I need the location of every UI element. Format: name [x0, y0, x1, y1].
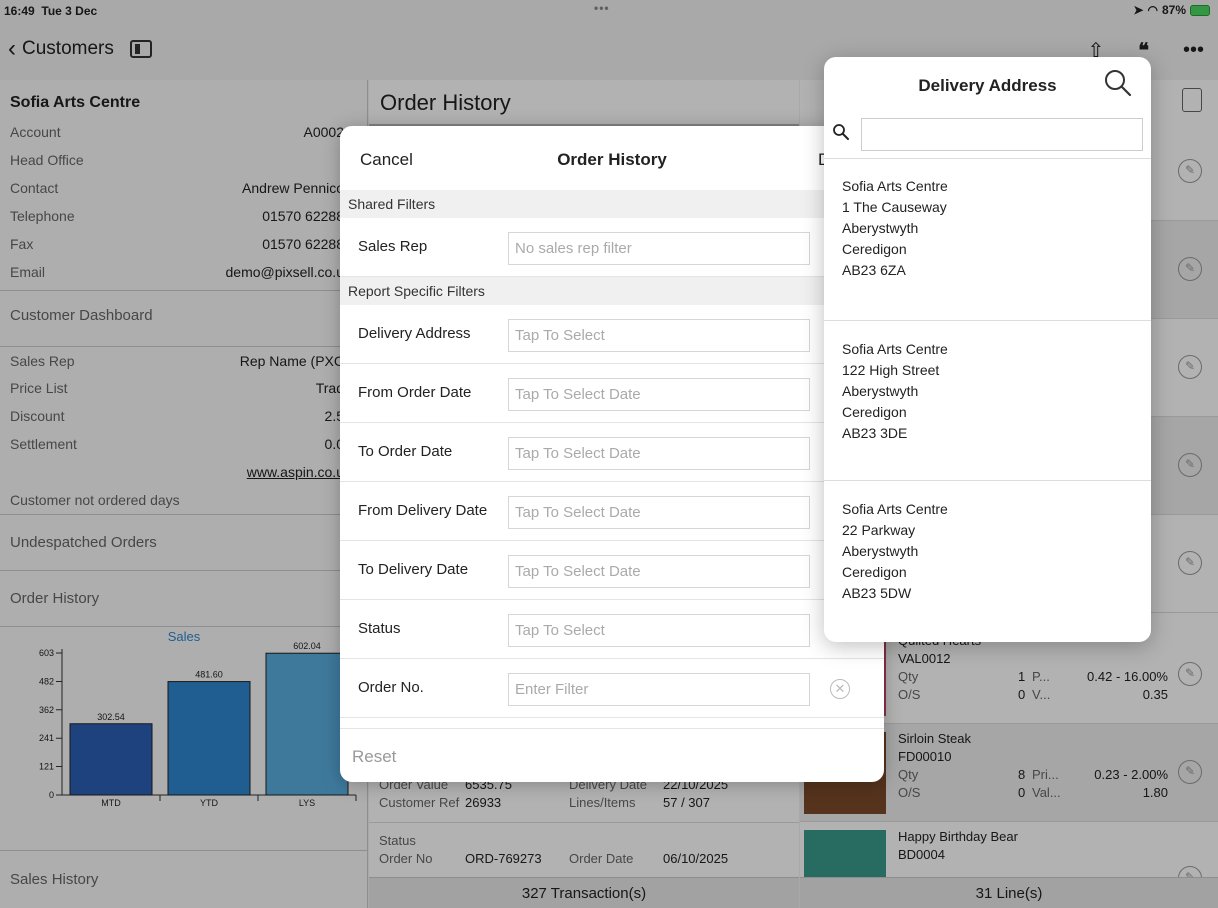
address-lines: Sofia Arts Centre 22 Parkway Aberystwyth… [842, 501, 948, 601]
filter-row-status[interactable]: Status Tap To Select [340, 600, 884, 659]
reset-button[interactable]: Reset [352, 747, 396, 767]
address-search-input[interactable] [861, 118, 1143, 151]
address-lines: Sofia Arts Centre 122 High Street Aberys… [842, 341, 948, 441]
status-field[interactable]: Tap To Select [508, 614, 810, 647]
address-lines: Sofia Arts Centre 1 The Causeway Aberyst… [842, 178, 948, 278]
filter-row-delivery-address[interactable]: Delivery Address Tap To Select [340, 305, 884, 364]
filter-label: Status [358, 620, 401, 637]
filter-row-to-delivery-date[interactable]: To Delivery Date Tap To Select Date [340, 541, 884, 600]
to-delivery-date-field[interactable]: Tap To Select Date [508, 555, 810, 588]
filter-label: From Delivery Date [358, 502, 488, 519]
reset-row[interactable]: Reset [340, 728, 884, 782]
popover-arrow [811, 320, 825, 348]
from-order-date-field[interactable]: Tap To Select Date [508, 378, 810, 411]
sheet-header: Order History Cancel D [340, 126, 884, 190]
filter-row-from-order-date[interactable]: From Order Date Tap To Select Date [340, 364, 884, 423]
filter-row-sales-rep[interactable]: Sales Rep No sales rep filter [340, 218, 884, 277]
filter-label: To Delivery Date [358, 561, 469, 578]
order-no-input[interactable]: Enter Filter [508, 673, 810, 706]
delivery-address-field[interactable]: Tap To Select [508, 319, 810, 352]
filter-label: Delivery Address [358, 325, 471, 342]
sales-rep-field[interactable]: No sales rep filter [508, 232, 810, 265]
clear-icon[interactable]: ✕ [830, 679, 850, 699]
filter-row-order-no[interactable]: Order No. Enter Filter ✕ [340, 659, 884, 718]
search-icon [833, 124, 849, 140]
report-filters-header: Report Specific Filters [340, 277, 884, 305]
shared-filters-header: Shared Filters [340, 190, 884, 218]
delivery-address-popover: Delivery Address Sofia Arts Centre 1 The… [824, 57, 1151, 642]
cancel-button[interactable]: Cancel [360, 150, 413, 170]
address-option[interactable]: Sofia Arts Centre 122 High Street Aberys… [824, 320, 1151, 480]
filter-label: Sales Rep [358, 238, 428, 255]
search-icon[interactable] [1102, 67, 1134, 99]
order-history-filter-sheet: Order History Cancel D Shared Filters Sa… [340, 126, 884, 782]
filter-label: To Order Date [358, 443, 453, 460]
filter-label: From Order Date [358, 384, 472, 401]
address-option[interactable]: Sofia Arts Centre 1 The Causeway Aberyst… [824, 158, 1151, 320]
filter-row-to-order-date[interactable]: To Order Date Tap To Select Date [340, 423, 884, 482]
filter-label: Order No. [358, 679, 424, 696]
address-option[interactable]: Sofia Arts Centre 22 Parkway Aberystwyth… [824, 480, 1151, 642]
from-delivery-date-field[interactable]: Tap To Select Date [508, 496, 810, 529]
sheet-title: Order History [557, 150, 667, 169]
filter-row-from-delivery-date[interactable]: From Delivery Date Tap To Select Date [340, 482, 884, 541]
to-order-date-field[interactable]: Tap To Select Date [508, 437, 810, 470]
